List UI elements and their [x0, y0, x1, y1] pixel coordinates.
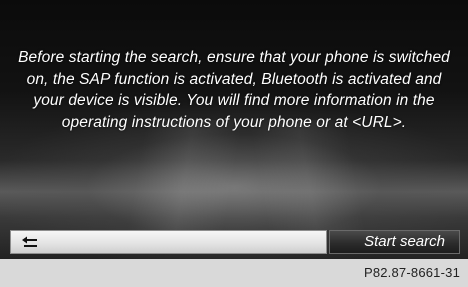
back-arrow-icon: [22, 236, 37, 247]
figure-code: P82.87-8661-31: [363, 265, 460, 280]
background-light-rays: [0, 120, 468, 230]
figure-footer: P82.87-8661-31: [0, 259, 468, 287]
button-bar: Start search: [10, 230, 460, 254]
start-search-button[interactable]: Start search: [329, 230, 460, 254]
back-button[interactable]: [10, 230, 327, 254]
info-message: Before starting the search, ensure that …: [18, 49, 450, 131]
display-screen: Before starting the search, ensure that …: [0, 0, 468, 259]
